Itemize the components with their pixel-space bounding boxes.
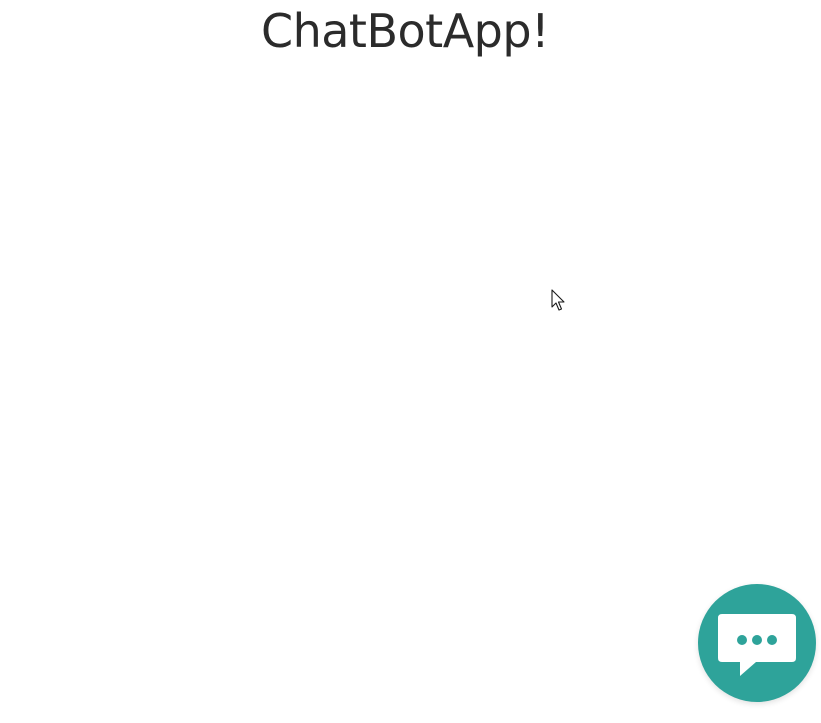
chat-launcher-button[interactable] bbox=[698, 584, 816, 702]
chat-bubble-icon bbox=[718, 614, 796, 676]
page-title: ChatBotApp! bbox=[260, 4, 550, 58]
mouse-pointer-icon bbox=[551, 289, 569, 313]
page: ChatBotApp! bbox=[0, 0, 821, 723]
